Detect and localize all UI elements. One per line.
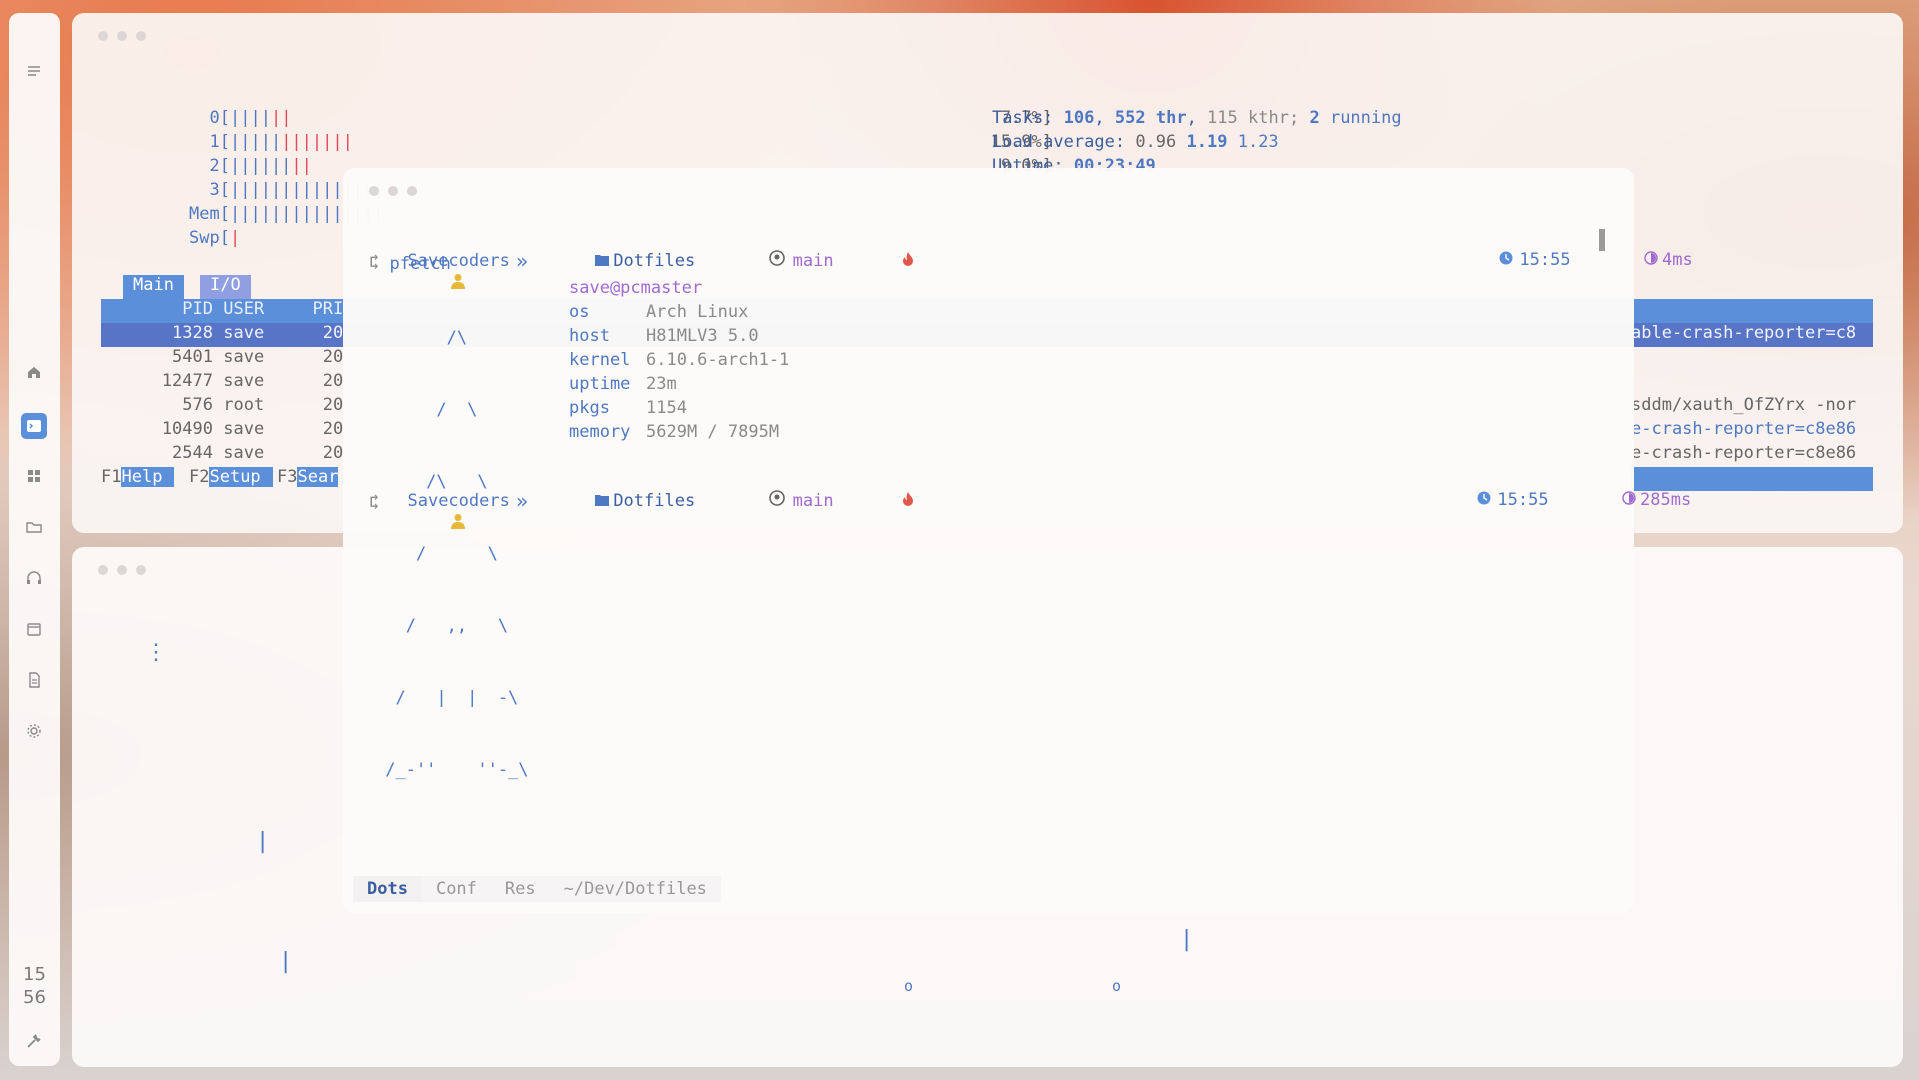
clock-icon [1438,230,1513,290]
cpu-meter-2: 2[|||||||| [209,156,312,176]
row-command: e-crash-reporter=c8e86 [1631,419,1857,439]
row-command: able-crash-reporter=c8 [1631,323,1857,343]
home-icon[interactable] [23,361,45,383]
tmux-statusbar: Dots Conf Res ~/Dev/Dotfiles [353,876,721,902]
github-icon [707,470,785,531]
flame-icon [842,231,913,291]
fetch-row-kernel: kernel 6.10.6-arch1-1 [569,350,790,370]
document-icon[interactable] [23,669,45,691]
arch-logo-ascii: /\ / \ /\ \ / \ / ,, \ / | | -\ /_-'' ''… [375,328,529,780]
window-controls[interactable] [98,565,146,575]
tmux-window-dots[interactable]: Dots [353,876,422,902]
lower-glyph: o [1112,977,1122,995]
fetch-title: save@pcmaster [569,278,703,298]
prompt-separator: » [515,488,528,513]
table-row[interactable]: 2544 save 20 [101,443,343,463]
input-arrow-icon: ↳ [369,494,380,514]
terminal-icon[interactable] [21,413,47,439]
sidebar-clock: 15 56 [9,963,60,1009]
timer-icon [1561,470,1636,530]
lower-glyph: | [1180,927,1194,952]
headphones-icon[interactable] [23,567,45,589]
prompt-line: ↱ Savecoders » Dotfiles main [369,470,913,531]
wrench-icon[interactable] [23,1030,45,1052]
apps-icon[interactable] [23,465,45,487]
table-row[interactable]: 5401 save 20 [101,347,343,367]
command-line: ↳ pfetch [369,254,451,274]
prompt-duration: 4ms [1662,250,1693,270]
lower-glyph: | [279,949,293,974]
cursor-block [1599,229,1605,251]
tab-io[interactable]: I/O [200,275,251,299]
tmux-window-res[interactable]: Res [490,876,550,902]
row-command: e-crash-reporter=c8e86 [1631,443,1857,463]
lower-glyph: o [904,977,914,995]
prompt-right: 15:55 4ms [1438,230,1693,290]
load-line: Load average: 0.96 1.19 1.23 [992,132,1279,152]
clock-hour: 15 [23,964,46,985]
clock-icon [1416,470,1491,530]
timer-icon [1583,230,1658,290]
fetch-row-host: host H81MLV3 5.0 [569,326,759,346]
flame-icon [842,471,913,531]
prompt-time: 15:55 [1497,490,1549,510]
lower-glyph: ⋮ [145,640,167,665]
prompt-dir: Dotfiles [613,250,696,271]
table-row[interactable]: 576 root 20 [101,395,343,415]
tmux-window-conf[interactable]: Conf [421,876,491,902]
sidebar: 15 56 [9,13,60,1066]
fkey-f3[interactable]: F3Sear [277,467,339,487]
folder-icon [534,471,610,531]
table-row[interactable]: 1328 save 20 [101,323,343,343]
prompt-duration: 285ms [1640,490,1692,510]
window-controls[interactable] [369,186,417,196]
column-header: PID USER PRI [182,299,344,319]
lower-glyph: | [256,829,270,854]
row-command: sddm/xauth_OfZYrx -nor [1631,395,1857,415]
prompt-time: 15:55 [1519,250,1571,270]
folder-icon[interactable] [23,516,45,538]
fkey-f2[interactable]: F2Setup [189,467,273,487]
table-row[interactable]: 12477 save 20 [101,371,343,391]
prompt-separator: » [515,248,528,273]
calendar-icon[interactable] [23,618,45,640]
prompt-user: Savecoders [407,490,510,511]
cpu-meter-1: 1[|||||||||||| [209,132,353,152]
window-controls[interactable] [98,31,146,41]
gear-icon[interactable] [23,720,45,742]
tmux-path: ~/Dev/Dotfiles [549,876,721,902]
cpu-meter-0: 0[|||||| [209,108,292,128]
tasks-line: Tasks: 106, 552 thr, 115 kthr; 2 running [992,108,1402,128]
fkey-f1[interactable]: F1Help [101,467,175,487]
fetch-row-uptime: uptime 23m [569,374,677,394]
fetch-row-pkgs: pkgs 1154 [569,398,687,418]
menu-icon[interactable] [23,60,45,82]
tab-main[interactable]: Main [123,275,184,299]
fetch-row-memory: memory 5629M / 7895M [569,422,780,442]
github-icon [707,230,785,291]
clock-minute: 56 [23,987,46,1008]
prompt-branch: main [792,490,834,511]
terminal-window[interactable]: ↱ Savecoders » Dotfiles main 15:55 4ms ↳… [343,168,1693,913]
user-icon [389,493,465,529]
swap-meter: Swp[| [189,228,241,248]
fetch-row-os: os Arch Linux [569,302,749,322]
prompt-right: 15:55 285ms [1416,470,1691,530]
table-row[interactable]: 10490 save 20 [101,419,343,439]
prompt-dir: Dotfiles [613,490,696,511]
prompt-branch: main [792,250,834,271]
